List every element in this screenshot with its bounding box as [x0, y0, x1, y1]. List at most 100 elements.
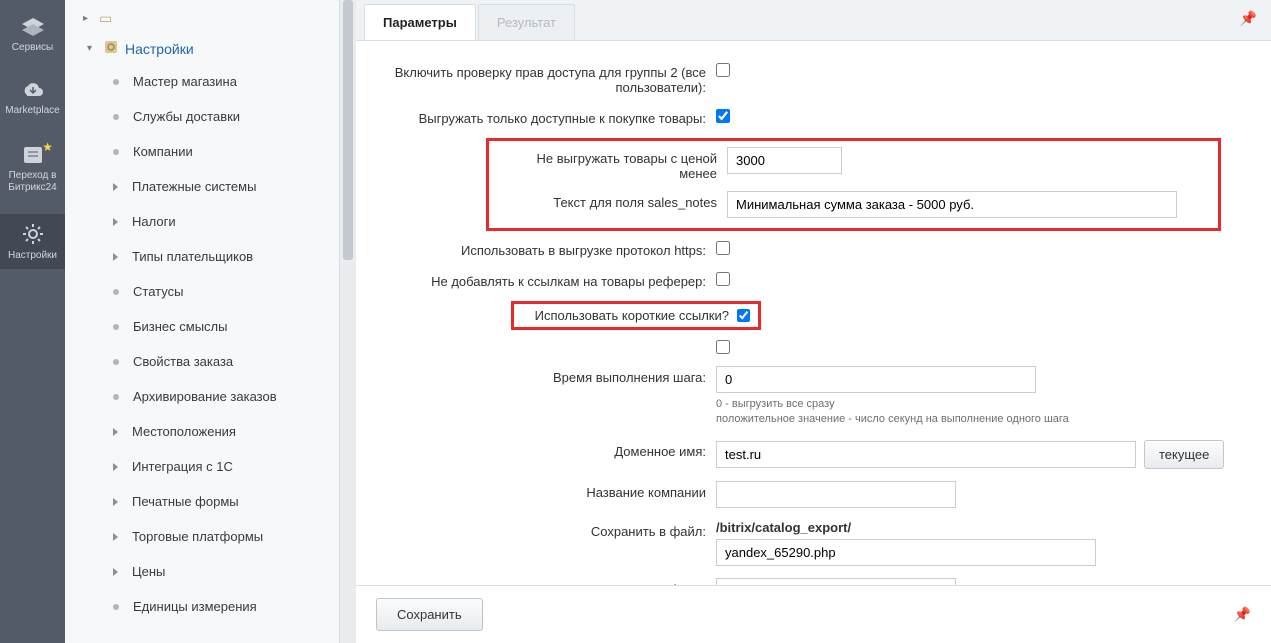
bullet-icon	[113, 359, 119, 365]
nav-group-top[interactable]: ▸ ▭	[65, 4, 339, 33]
chevron-down-icon: ▾	[87, 43, 97, 54]
nav-item[interactable]: Типы плательщиков	[65, 239, 339, 274]
label-profile: Имя профиля:	[356, 578, 716, 585]
nav-item-label: Торговые платформы	[132, 529, 263, 544]
nav-item-label: Интеграция с 1С	[132, 459, 233, 474]
tab-result[interactable]: Результат	[478, 4, 575, 40]
bullet-icon	[113, 149, 119, 155]
left-rail: Сервисы Marketplace ★ Переход в Битрикс2…	[0, 0, 65, 643]
label-extra-empty	[356, 338, 716, 342]
tabs: Параметры Результат 📌	[356, 0, 1271, 41]
arrow-icon	[113, 183, 118, 191]
text-save-path: /bitrix/catalog_export/	[716, 520, 851, 535]
tools-icon	[103, 39, 119, 58]
label-domain: Доменное имя:	[356, 440, 716, 459]
nav-item-label: Статусы	[133, 284, 183, 299]
nav-item[interactable]: Цены	[65, 554, 339, 589]
button-current-domain[interactable]: текущее	[1144, 440, 1224, 469]
arrow-icon	[113, 253, 118, 261]
nav-item-label: Мастер магазина	[133, 74, 237, 89]
checkbox-no-referer[interactable]	[716, 272, 730, 286]
nav-item-label: Единицы измерения	[133, 599, 257, 614]
nav-item[interactable]: Компании	[65, 134, 339, 169]
nav-item[interactable]: Печатные формы	[65, 484, 339, 519]
label-https: Использовать в выгрузке протокол https:	[356, 239, 716, 258]
nav-item[interactable]: Архивирование заказов	[65, 379, 339, 414]
scroll-thumb[interactable]	[343, 0, 353, 260]
nav-item[interactable]: Единицы измерения	[65, 589, 339, 624]
input-profile[interactable]	[716, 578, 956, 585]
cloud-icon	[19, 81, 47, 101]
pin-icon[interactable]: 📌	[1240, 10, 1257, 27]
rail-settings[interactable]: Настройки	[0, 214, 65, 269]
rail-services[interactable]: Сервисы	[0, 8, 65, 61]
nav-item[interactable]: Интеграция с 1С	[65, 449, 339, 484]
highlight-price-salesnotes: Не выгружать товары с ценой менее Текст …	[486, 138, 1221, 231]
star-icon: ★	[42, 140, 53, 154]
pin-icon-footer[interactable]: 📌	[1234, 606, 1251, 623]
nav-item[interactable]: Свойства заказа	[65, 344, 339, 379]
checkbox-extra[interactable]	[716, 340, 730, 354]
nav-item-label: Налоги	[132, 214, 176, 229]
nav-item[interactable]: Бизнес смыслы	[65, 309, 339, 344]
rail-label: Переход в Битрикс24	[0, 170, 65, 194]
nav-item[interactable]: Службы доставки	[65, 99, 339, 134]
input-company[interactable]	[716, 481, 956, 508]
label-company: Название компании	[356, 481, 716, 500]
input-step-time[interactable]	[716, 366, 1036, 393]
nav-item[interactable]: Статусы	[65, 274, 339, 309]
label-step-time: Время выполнения шага:	[356, 366, 716, 385]
nav-item[interactable]: Местоположения	[65, 414, 339, 449]
nav-group-settings[interactable]: ▾ Настройки	[65, 33, 339, 64]
label-sales-notes: Текст для поля sales_notes	[497, 191, 727, 210]
bullet-icon	[113, 604, 119, 610]
scrollbar[interactable]	[340, 0, 356, 643]
stack-icon	[20, 16, 46, 38]
arrow-icon	[113, 463, 118, 471]
bullet-icon	[113, 79, 119, 85]
checkbox-only-available[interactable]	[716, 109, 730, 123]
nav-item-label: Свойства заказа	[133, 354, 233, 369]
arrow-icon	[113, 533, 118, 541]
save-button[interactable]: Сохранить	[376, 598, 483, 631]
hint-step-time: 0 - выгрузить все сразуположительное зна…	[716, 397, 1069, 428]
label-only-available: Выгружать только доступные к покупке тов…	[356, 107, 716, 126]
label-short-links: Использовать короткие ссылки?	[522, 308, 737, 323]
nav-item-label: Печатные формы	[132, 494, 239, 509]
gear-icon	[21, 222, 45, 246]
nav-item-label: Цены	[132, 564, 165, 579]
label-min-price: Не выгружать товары с ценой менее	[497, 147, 727, 181]
label-access-group: Включить проверку прав доступа для групп…	[356, 61, 716, 95]
tab-params[interactable]: Параметры	[364, 4, 476, 40]
footer: Сохранить 📌	[356, 585, 1271, 643]
folder-icon: ▭	[99, 10, 112, 27]
input-domain[interactable]	[716, 441, 1136, 468]
main-area: Параметры Результат 📌 Включить проверку …	[356, 0, 1271, 643]
nav-item-label: Компании	[133, 144, 193, 159]
highlight-short-links: Использовать короткие ссылки?	[511, 301, 761, 330]
nav-item-label: Типы плательщиков	[132, 249, 253, 264]
rail-label: Сервисы	[12, 42, 53, 53]
arrow-icon	[113, 218, 118, 226]
input-min-price[interactable]	[727, 147, 842, 174]
input-sales-notes[interactable]	[727, 191, 1177, 218]
arrow-icon	[113, 428, 118, 436]
nav-item-label: Архивирование заказов	[133, 389, 277, 404]
checkbox-access-group[interactable]	[716, 63, 730, 77]
rail-bitrix24[interactable]: ★ Переход в Битрикс24	[0, 136, 65, 202]
bullet-icon	[113, 289, 119, 295]
arrow-icon	[113, 568, 118, 576]
bullet-icon	[113, 394, 119, 400]
checkbox-https[interactable]	[716, 241, 730, 255]
nav-item[interactable]: Торговые платформы	[65, 519, 339, 554]
rail-marketplace[interactable]: Marketplace	[0, 73, 65, 124]
nav-item[interactable]: Мастер магазина	[65, 64, 339, 99]
chevron-right-icon: ▸	[83, 13, 93, 24]
nav-tree[interactable]: ▸ ▭ ▾ Настройки Мастер магазина Службы до…	[65, 0, 340, 643]
nav-item[interactable]: Налоги	[65, 204, 339, 239]
input-save-file[interactable]	[716, 539, 1096, 566]
nav-item[interactable]: Платежные системы	[65, 169, 339, 204]
form-content: Включить проверку прав доступа для групп…	[356, 41, 1271, 585]
rail-label: Настройки	[8, 250, 57, 261]
checkbox-short-links[interactable]	[737, 309, 750, 322]
